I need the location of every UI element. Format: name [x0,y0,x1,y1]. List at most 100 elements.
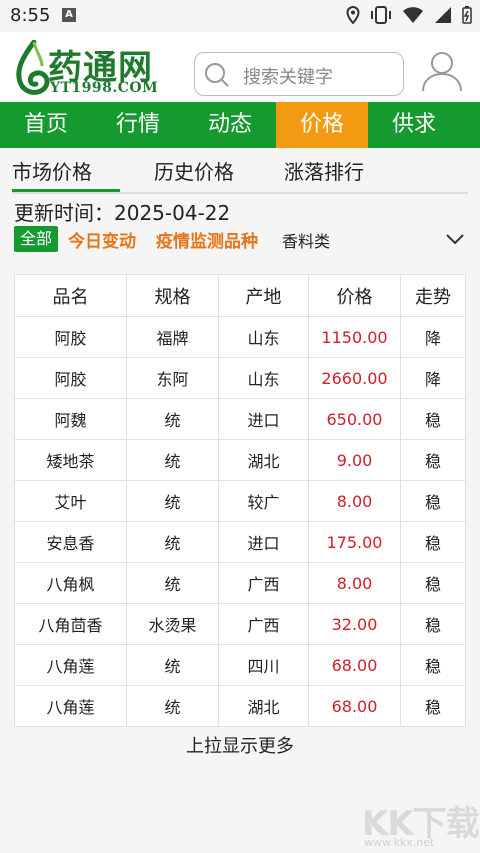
cell-spec: 统 [126,521,219,563]
cell-price: 8.00 [308,562,401,604]
location-icon [346,6,360,24]
table-row[interactable]: 阿胶 东阿 山东 2660.00 降 [14,357,466,399]
sim-icon: A [62,8,76,22]
cell-price: 68.00 [308,644,401,686]
watermark-url: www.kkx.net [364,836,435,849]
load-more-hint[interactable]: 上拉显示更多 [0,732,480,758]
cell-spec: 统 [126,562,219,604]
cell-price: 1150.00 [308,316,401,358]
update-label: 更新时间： [14,201,114,225]
cell-spec: 统 [126,644,219,686]
cell-trend: 稳 [400,644,466,686]
nav-supply[interactable]: 供求 [368,102,460,148]
cell-origin: 广西 [218,603,309,645]
cell-trend: 稳 [400,398,466,440]
col-trend: 走势 [400,274,466,317]
cell-origin: 广西 [218,562,309,604]
cell-origin: 湖北 [218,439,309,481]
cell-spec: 福牌 [126,316,219,358]
vibrate-icon [371,6,391,24]
main-nav: 首页 行情 动态 价格 供求 [0,102,480,148]
cell-origin: 较广 [218,480,309,522]
cell-trend: 稳 [400,603,466,645]
cell-price: 2660.00 [308,357,401,399]
cell-trend: 稳 [400,480,466,522]
cell-price: 650.00 [308,398,401,440]
nav-home[interactable]: 首页 [0,102,92,148]
cell-spec: 统 [126,439,219,481]
table-row[interactable]: 矮地茶统湖北 9.00 稳 [14,439,466,481]
search-input[interactable]: 搜索关键字 [194,52,404,96]
cell-trend: 稳 [400,562,466,604]
cell-price: 8.00 [308,480,401,522]
logo-leaf-icon [16,40,50,95]
cell-price: 32.00 [308,603,401,645]
search-placeholder: 搜索关键字 [243,67,333,88]
nav-news[interactable]: 动态 [184,102,276,148]
cell-name: 艾叶 [14,480,127,522]
col-price: 价格 [308,274,401,317]
cell-trend: 稳 [400,521,466,563]
nav-market[interactable]: 行情 [92,102,184,148]
col-name: 品名 [14,274,127,317]
cell-spec: 东阿 [126,357,219,399]
status-icons [346,6,472,24]
cell-name: 八角茴香 [14,603,127,645]
cell-price: 9.00 [308,439,401,481]
cell-origin: 山东 [218,357,309,399]
filter-spice[interactable]: 香料类 [282,228,330,252]
chevron-down-icon[interactable] [444,228,466,250]
table-row[interactable]: 安息香统进口 175.00 稳 [14,521,466,563]
filter-bar: 全部 今日变动 疫情监测品种 香料类 [14,226,470,254]
cell-trend: 稳 [400,439,466,481]
watermark: KK下载 www.kkx.net [362,796,480,853]
user-icon[interactable] [420,48,464,92]
status-time: 8:55 [10,5,51,26]
table-row[interactable]: 八角枫统广西 8.00 稳 [14,562,466,604]
update-time: 更新时间：2025-04-22 [14,197,230,226]
logo-domain: YT1998.COM [50,80,159,96]
cell-trend: 稳 [400,685,466,727]
filter-all[interactable]: 全部 [14,226,59,252]
cell-name: 八角莲 [14,644,127,686]
table-row[interactable]: 八角莲统湖北 68.00 稳 [14,685,466,727]
cell-origin: 进口 [218,521,309,563]
table-row[interactable]: 阿胶 福牌 山东 1150.00 降 [14,316,466,358]
cell-price: 68.00 [308,685,401,727]
cell-name: 八角莲 [14,685,127,727]
signal-icon [435,7,451,23]
app-header: 药通网 YT1998.COM 搜索关键字 [0,32,480,102]
tab-history-price[interactable]: 历史价格 [154,156,234,185]
cell-spec: 水烫果 [126,603,219,645]
cell-spec: 统 [126,685,219,727]
tab-rank[interactable]: 涨落排行 [284,156,364,185]
table-row[interactable]: 八角莲统四川 68.00 稳 [14,644,466,686]
table-header-row: 品名 规格 产地 价格 走势 [14,274,466,317]
tab-market-price[interactable]: 市场价格 [12,156,92,185]
filter-epidemic[interactable]: 疫情监测品种 [156,227,258,252]
status-bar: 8:55 A [0,0,480,32]
update-date: 2025-04-22 [114,201,231,225]
cell-name: 安息香 [14,521,127,563]
table-row[interactable]: 阿魏统进口 650.00 稳 [14,398,466,440]
cell-origin: 湖北 [218,685,309,727]
cell-price: 175.00 [308,521,401,563]
sub-tabs: 市场价格 历史价格 涨落排行 [12,152,468,194]
cell-name: 矮地茶 [14,439,127,481]
col-spec: 规格 [126,274,219,317]
price-table: 品名 规格 产地 价格 走势 阿胶 福牌 山东 1150.00 降 阿胶 东阿 山东 2660… [14,274,466,727]
cell-trend: 降 [400,357,466,399]
table-row[interactable]: 艾叶统较广 8.00 稳 [14,480,466,522]
cell-name: 阿胶 [14,357,127,399]
col-origin: 产地 [218,274,309,317]
table-row[interactable]: 八角茴香 水烫果 广西 32.00 稳 [14,603,466,645]
filter-today[interactable]: 今日变动 [68,227,136,252]
cell-name: 阿魏 [14,398,127,440]
site-logo[interactable]: 药通网 YT1998.COM [12,40,162,100]
cell-name: 阿胶 [14,316,127,358]
cell-trend: 降 [400,316,466,358]
cell-origin: 四川 [218,644,309,686]
cell-spec: 统 [126,398,219,440]
nav-price[interactable]: 价格 [276,102,368,148]
battery-icon [462,6,472,24]
